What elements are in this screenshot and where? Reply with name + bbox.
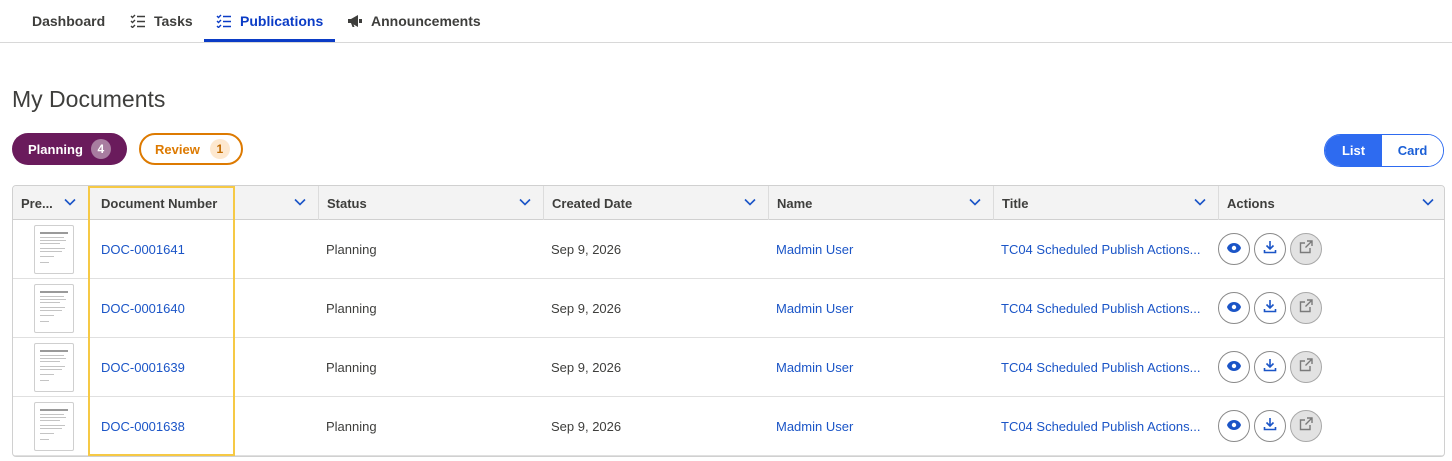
list-check-icon (130, 14, 146, 28)
tab-tasks[interactable]: Tasks (130, 0, 193, 42)
name-link[interactable]: Madmin User (776, 220, 853, 278)
download-button[interactable] (1254, 233, 1286, 265)
external-link-icon (1299, 298, 1313, 318)
column-label: Document Number (101, 195, 218, 211)
view-button[interactable] (1218, 233, 1250, 265)
view-button[interactable] (1218, 351, 1250, 383)
document-number-link[interactable]: DOC-0001638 (101, 397, 185, 455)
document-thumbnail[interactable] (34, 343, 74, 392)
eye-icon (1227, 299, 1241, 317)
column-header-status[interactable]: Status (319, 186, 544, 220)
column-label: Created Date (552, 195, 633, 211)
chevron-down-icon[interactable] (744, 196, 756, 211)
view-toggle: List Card (1324, 134, 1444, 167)
column-header-document-number[interactable]: Document Number (93, 186, 319, 220)
document-number-link[interactable]: DOC-0001640 (101, 279, 185, 337)
status-cell: Planning (326, 300, 377, 316)
external-link-icon (1299, 239, 1313, 259)
column-label: Pre... (21, 195, 53, 211)
view-button[interactable] (1218, 292, 1250, 324)
table-row: DOC-0001638 Planning Sep 9, 2026 Madmin … (13, 397, 1444, 456)
download-button[interactable] (1254, 351, 1286, 383)
column-label: Title (1002, 195, 1029, 211)
name-link[interactable]: Madmin User (776, 279, 853, 337)
card-view-button[interactable]: Card (1382, 135, 1443, 166)
title-link[interactable]: TC04 Scheduled Publish Actions... (1001, 338, 1211, 396)
chevron-down-icon[interactable] (294, 196, 306, 211)
open-external-button[interactable] (1290, 292, 1322, 324)
chevron-down-icon[interactable] (64, 196, 76, 211)
created-date-cell: Sep 9, 2026 (551, 300, 622, 316)
documents-table: Pre... Document Number Status Created Da… (12, 185, 1445, 457)
column-header-title[interactable]: Title (994, 186, 1219, 220)
title-link[interactable]: TC04 Scheduled Publish Actions... (1001, 220, 1211, 278)
download-icon (1263, 417, 1277, 436)
title-link[interactable]: TC04 Scheduled Publish Actions... (1001, 279, 1211, 337)
view-button[interactable] (1218, 410, 1250, 442)
list-check-icon (216, 14, 232, 28)
title-link[interactable]: TC04 Scheduled Publish Actions... (1001, 397, 1211, 455)
chevron-down-icon[interactable] (1194, 196, 1206, 211)
count-badge: 4 (90, 139, 111, 159)
external-link-icon (1299, 357, 1313, 377)
download-icon (1263, 358, 1277, 377)
status-cell: Planning (326, 241, 377, 257)
table-row: DOC-0001641 Planning Sep 9, 2026 Madmin … (13, 220, 1444, 279)
megaphone-icon (347, 14, 363, 28)
eye-icon (1227, 358, 1241, 376)
page-title: My Documents (12, 86, 166, 112)
pill-label: Planning (28, 141, 83, 157)
column-label: Status (327, 195, 367, 211)
tab-label: Publications (240, 13, 324, 29)
tab-dashboard[interactable]: Dashboard (32, 0, 105, 42)
table-row: DOC-0001640 Planning Sep 9, 2026 Madmin … (13, 279, 1444, 338)
count-badge: 1 (209, 139, 230, 159)
column-header-preview[interactable]: Pre... (13, 186, 89, 220)
eye-icon (1227, 417, 1241, 435)
top-nav: Dashboard Tasks Publications Announcemen… (0, 0, 1452, 43)
created-date-cell: Sep 9, 2026 (551, 418, 622, 434)
document-thumbnail[interactable] (34, 284, 74, 333)
tab-label: Dashboard (32, 13, 106, 29)
column-label: Name (777, 195, 813, 211)
document-number-link[interactable]: DOC-0001639 (101, 338, 185, 396)
chevron-down-icon[interactable] (519, 196, 531, 211)
download-icon (1263, 299, 1277, 318)
chevron-down-icon[interactable] (969, 196, 981, 211)
table-row: DOC-0001639 Planning Sep 9, 2026 Madmin … (13, 338, 1444, 397)
created-date-cell: Sep 9, 2026 (551, 241, 622, 257)
chevron-down-icon[interactable] (1422, 196, 1434, 211)
open-external-button[interactable] (1290, 410, 1322, 442)
tab-label: Tasks (154, 13, 193, 29)
active-tab-indicator (204, 39, 335, 42)
status-cell: Planning (326, 359, 377, 375)
tab-label: Announcements (371, 13, 481, 29)
document-thumbnail[interactable] (34, 225, 74, 274)
table-header: Pre... Document Number Status Created Da… (13, 186, 1444, 220)
eye-icon (1227, 240, 1241, 258)
download-button[interactable] (1254, 410, 1286, 442)
tab-announcements[interactable]: Announcements (347, 0, 481, 42)
filter-review-pill[interactable]: Review 1 (139, 133, 243, 165)
document-number-link[interactable]: DOC-0001641 (101, 220, 185, 278)
created-date-cell: Sep 9, 2026 (551, 359, 622, 375)
external-link-icon (1299, 416, 1313, 436)
column-header-name[interactable]: Name (769, 186, 994, 220)
name-link[interactable]: Madmin User (776, 397, 853, 455)
pill-label: Review (155, 141, 200, 157)
download-icon (1263, 240, 1277, 259)
name-link[interactable]: Madmin User (776, 338, 853, 396)
list-view-button[interactable]: List (1325, 135, 1383, 166)
open-external-button[interactable] (1290, 351, 1322, 383)
column-label: Actions (1227, 195, 1275, 211)
tab-publications[interactable]: Publications (216, 0, 323, 42)
download-button[interactable] (1254, 292, 1286, 324)
document-thumbnail[interactable] (34, 402, 74, 451)
filter-planning-pill[interactable]: Planning 4 (12, 133, 127, 165)
status-cell: Planning (326, 418, 377, 434)
column-header-created-date[interactable]: Created Date (544, 186, 769, 220)
open-external-button[interactable] (1290, 233, 1322, 265)
column-header-actions[interactable]: Actions (1219, 186, 1444, 220)
